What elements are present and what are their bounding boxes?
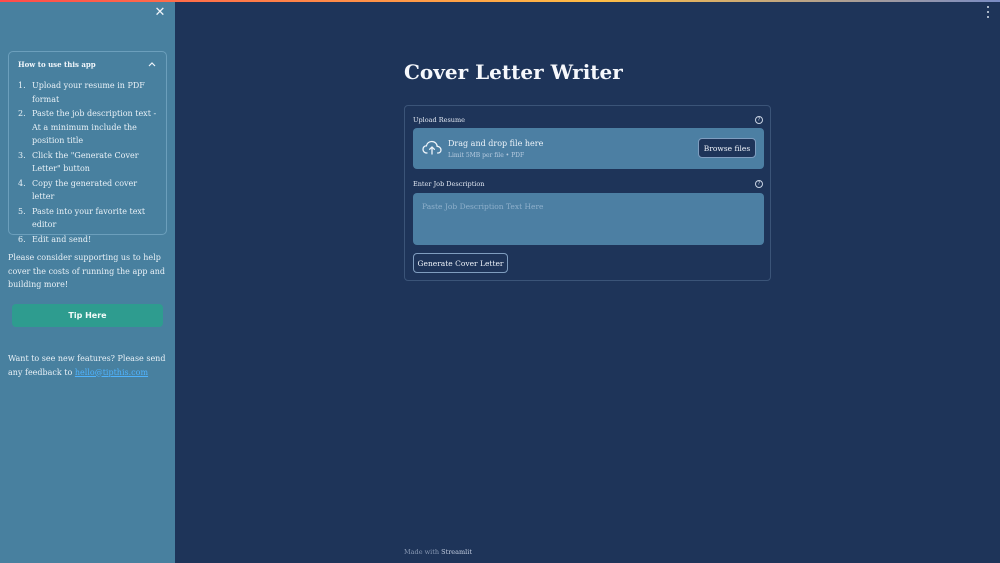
dropzone-limit: Limit 5MB per file • PDF [448, 152, 525, 159]
top-decoration-bar [0, 0, 1000, 2]
help-icon[interactable]: ? [755, 116, 763, 124]
list-item: 6. Edit and send! [18, 234, 92, 244]
support-text: Please consider supporting us to help co… [8, 253, 166, 289]
steps-list: 1. Upload your resume in PDF format 2. P… [9, 76, 166, 246]
browse-files-button[interactable]: Browse files [698, 138, 756, 158]
list-item: 2. Paste the job description text - At a… [18, 109, 157, 145]
resume-dropzone[interactable]: Drag and drop file here Limit 5MB per fi… [413, 128, 764, 169]
footer: Made with Streamlit [404, 548, 472, 556]
how-to-expander: How to use this app 1. Upload your resum… [8, 51, 167, 244]
feedback-text: Want to see new features? Please send an… [8, 352, 170, 379]
tip-button[interactable]: Tip Here [12, 304, 163, 327]
dropzone-title: Drag and drop file here [448, 139, 544, 148]
help-icon[interactable]: ? [755, 180, 763, 188]
generate-cover-letter-button[interactable]: Generate Cover Letter [413, 253, 508, 273]
chevron-up-icon [148, 62, 156, 67]
sidebar: ✕ How to use this app 1. Upload your res… [0, 0, 175, 563]
cover-letter-form: Upload Resume ? Drag and drop file here … [404, 105, 771, 281]
footer-prefix: Made with [404, 548, 442, 556]
streamlit-link[interactable]: Streamlit [441, 548, 472, 556]
job-description-input[interactable] [413, 193, 764, 245]
job-description-label: Enter Job Description [413, 180, 485, 188]
cloud-upload-icon [422, 140, 442, 155]
list-item: 4. Copy the generated cover letter [18, 178, 138, 202]
expander-title: How to use this app [18, 60, 96, 69]
dot-icon [987, 11, 989, 13]
list-item: 3. Click the "Generate Cover Letter" but… [18, 150, 139, 174]
dot-icon [987, 16, 989, 18]
list-item: 5. Paste into your favorite text editor [18, 206, 146, 230]
list-item: 1. Upload your resume in PDF format [18, 81, 145, 104]
page-title: Cover Letter Writer [404, 60, 623, 84]
dot-icon [987, 6, 989, 8]
main-menu-button[interactable] [985, 6, 991, 18]
upload-resume-label: Upload Resume [413, 116, 466, 124]
close-icon: ✕ [154, 5, 166, 20]
feedback-email-link[interactable]: hello@tipthis.com [75, 368, 148, 377]
close-sidebar-button[interactable]: ✕ [153, 6, 167, 20]
expander-header[interactable]: How to use this app [9, 52, 166, 76]
